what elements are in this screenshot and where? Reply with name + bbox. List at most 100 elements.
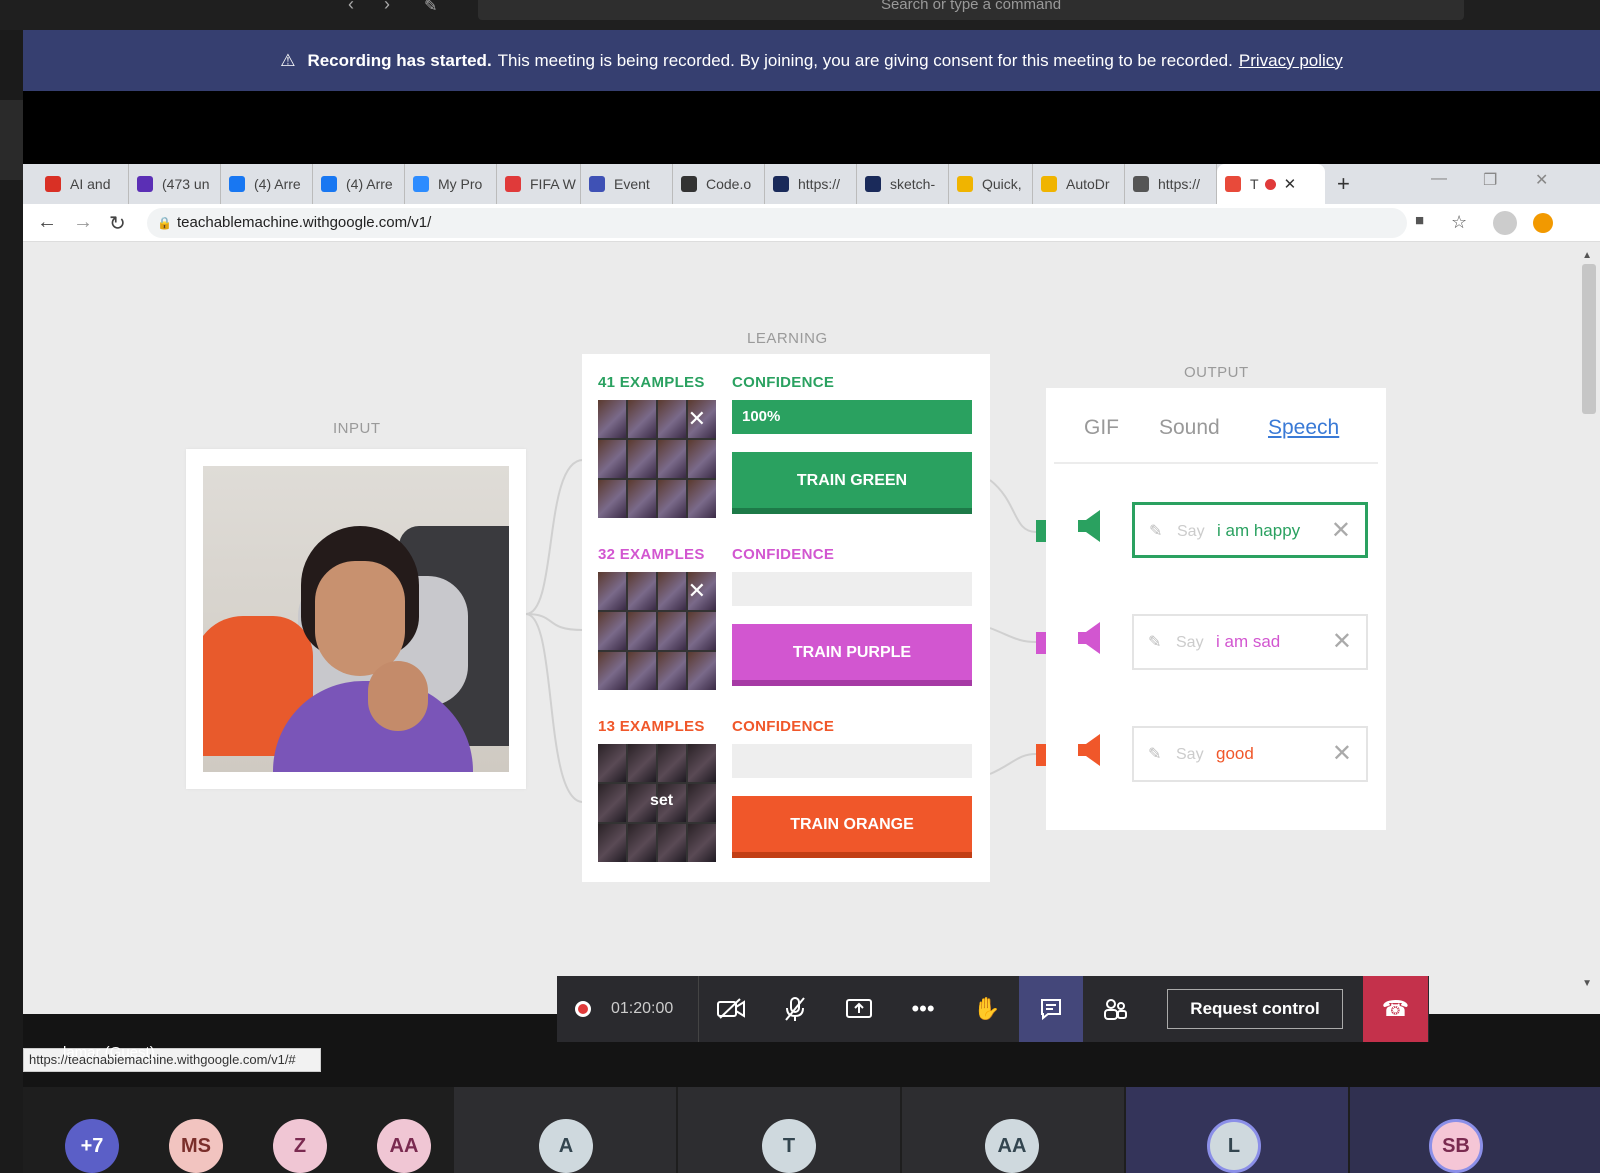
speech-input[interactable]: ✎ Say i am sad ✕: [1132, 614, 1368, 670]
new-tab-icon[interactable]: +: [1337, 171, 1350, 197]
output-tab-speech[interactable]: Speech: [1268, 416, 1339, 440]
browser-tab[interactable]: Code.o: [673, 164, 765, 204]
rail-item[interactable]: [0, 100, 23, 180]
tab-label: T: [1250, 176, 1259, 192]
meeting-timer: 01:20:00: [611, 1000, 674, 1017]
output-connector: [1036, 520, 1046, 542]
camera-off-icon[interactable]: [699, 976, 763, 1042]
browser-tab[interactable]: (4) Arre: [313, 164, 405, 204]
participant-strip: +7 MS Z AA A T AA L SB: [23, 1087, 1600, 1173]
speech-text[interactable]: good: [1216, 744, 1254, 764]
code-icon: [681, 176, 697, 192]
raise-hand-icon[interactable]: ✋: [955, 976, 1019, 1042]
restore-icon[interactable]: ❐: [1483, 170, 1497, 190]
gmail-icon: [45, 176, 61, 192]
compose-icon[interactable]: ✎: [424, 0, 437, 16]
confidence-value: 100%: [742, 408, 781, 425]
teachable-icon: [1225, 176, 1241, 192]
tab-label: Quick,: [982, 176, 1022, 192]
close-tab-icon[interactable]: ✕: [1284, 175, 1297, 193]
recording-banner: ⚠ Recording has started. This meeting is…: [23, 30, 1600, 91]
speaker-icon[interactable]: [1076, 508, 1102, 553]
clear-speech-icon[interactable]: ✕: [1332, 739, 1352, 768]
browser-tab-strip: AI and (473 un (4) Arre (4) Arre My Pro FIFA …: [23, 164, 1600, 204]
forward-icon[interactable]: →: [73, 211, 93, 234]
s-icon: [505, 176, 521, 192]
train-green-button[interactable]: TRAIN GREEN: [732, 452, 972, 514]
close-window-icon[interactable]: ✕: [1535, 170, 1548, 190]
participants-icon[interactable]: [1083, 976, 1147, 1042]
browser-tab[interactable]: sketch-: [857, 164, 949, 204]
confidence-bar: [732, 572, 972, 606]
tab-label: Code.o: [706, 176, 752, 192]
output-connector: [1036, 632, 1046, 654]
output-tab-gif[interactable]: GIF: [1084, 416, 1119, 440]
participant-avatar[interactable]: AA: [377, 1119, 431, 1173]
mic-muted-icon[interactable]: [763, 976, 827, 1042]
speaker-icon[interactable]: [1076, 620, 1102, 665]
speech-text[interactable]: i am happy: [1217, 521, 1300, 541]
participant-avatar[interactable]: Z: [273, 1119, 327, 1173]
confidence-label: CONFIDENCE: [732, 718, 835, 735]
browser-tab[interactable]: T ✕: [1217, 164, 1325, 204]
browser-tab[interactable]: https://: [1125, 164, 1217, 204]
clear-examples-icon[interactable]: ✕: [688, 578, 706, 604]
say-prefix: Say: [1177, 523, 1205, 540]
reload-icon[interactable]: ↻: [109, 211, 126, 236]
profile-icon[interactable]: [1493, 211, 1517, 235]
back-icon[interactable]: ←: [37, 211, 57, 234]
browser-tab[interactable]: (4) Arre: [221, 164, 313, 204]
share-screen-icon[interactable]: [827, 976, 891, 1042]
participant-avatar[interactable]: T: [762, 1119, 816, 1173]
tab-label: Event: [614, 176, 650, 192]
participant-avatar[interactable]: SB: [1429, 1119, 1483, 1173]
url-field[interactable]: 🔒 teachablemachine.withgoogle.com/v1/: [147, 208, 1407, 238]
input-label: INPUT: [333, 420, 381, 437]
browser-tab[interactable]: AutoDr: [1033, 164, 1125, 204]
warning-icon: ⚠: [280, 50, 296, 70]
screen: ‹ › ✎ Search or type a command ⚠ Recordi…: [0, 0, 1600, 1173]
clear-speech-icon[interactable]: ✕: [1332, 627, 1352, 656]
tab-label: FIFA W: [530, 176, 576, 192]
address-bar: ← → ↻ 🔒 teachablemachine.withgoogle.com/…: [23, 204, 1600, 242]
browser-tab[interactable]: Event: [581, 164, 673, 204]
camera-icon[interactable]: ■: [1415, 212, 1424, 229]
record-dot-icon: [575, 1001, 591, 1017]
teams-search-input[interactable]: Search or type a command: [478, 0, 1464, 20]
sketch-icon: [865, 176, 881, 192]
browser-tab[interactable]: My Pro: [405, 164, 497, 204]
more-options-icon[interactable]: •••: [891, 976, 955, 1042]
output-tab-sound[interactable]: Sound: [1159, 416, 1220, 440]
minimize-icon[interactable]: —: [1431, 170, 1447, 188]
participant-avatar[interactable]: AA: [985, 1119, 1039, 1173]
browser-tab[interactable]: FIFA W: [497, 164, 581, 204]
reset-label[interactable]: set: [650, 792, 673, 810]
zoom-icon: [413, 176, 429, 192]
browser-tab[interactable]: AI and: [37, 164, 129, 204]
tab-label: (4) Arre: [346, 176, 393, 192]
participant-avatar[interactable]: +7: [65, 1119, 119, 1173]
chat-icon[interactable]: [1019, 976, 1083, 1042]
star-icon[interactable]: ☆: [1451, 212, 1467, 233]
clear-speech-icon[interactable]: ✕: [1331, 516, 1351, 545]
train-purple-button[interactable]: TRAIN PURPLE: [732, 624, 972, 686]
participant-avatar[interactable]: L: [1207, 1119, 1261, 1173]
speech-input[interactable]: ✎ Say good ✕: [1132, 726, 1368, 782]
hang-up-icon[interactable]: ☎: [1363, 976, 1428, 1042]
forward-arrow-icon[interactable]: ›: [384, 0, 390, 15]
facebook-icon: [229, 176, 245, 192]
browser-tab[interactable]: (473 un: [129, 164, 221, 204]
browser-tab[interactable]: Quick,: [949, 164, 1033, 204]
participant-avatar[interactable]: MS: [169, 1119, 223, 1173]
train-orange-button[interactable]: TRAIN ORANGE: [732, 796, 972, 858]
clear-examples-icon[interactable]: ✕: [688, 406, 706, 432]
speech-text[interactable]: i am sad: [1216, 632, 1280, 652]
privacy-policy-link[interactable]: Privacy policy: [1239, 51, 1343, 71]
request-control-button[interactable]: Request control: [1167, 989, 1343, 1029]
speech-input[interactable]: ✎ Say i am happy ✕: [1132, 502, 1368, 558]
extension-icon[interactable]: [1533, 213, 1553, 233]
participant-avatar[interactable]: A: [539, 1119, 593, 1173]
speaker-icon[interactable]: [1076, 732, 1102, 777]
browser-tab[interactable]: https://: [765, 164, 857, 204]
back-arrow-icon[interactable]: ‹: [348, 0, 354, 15]
